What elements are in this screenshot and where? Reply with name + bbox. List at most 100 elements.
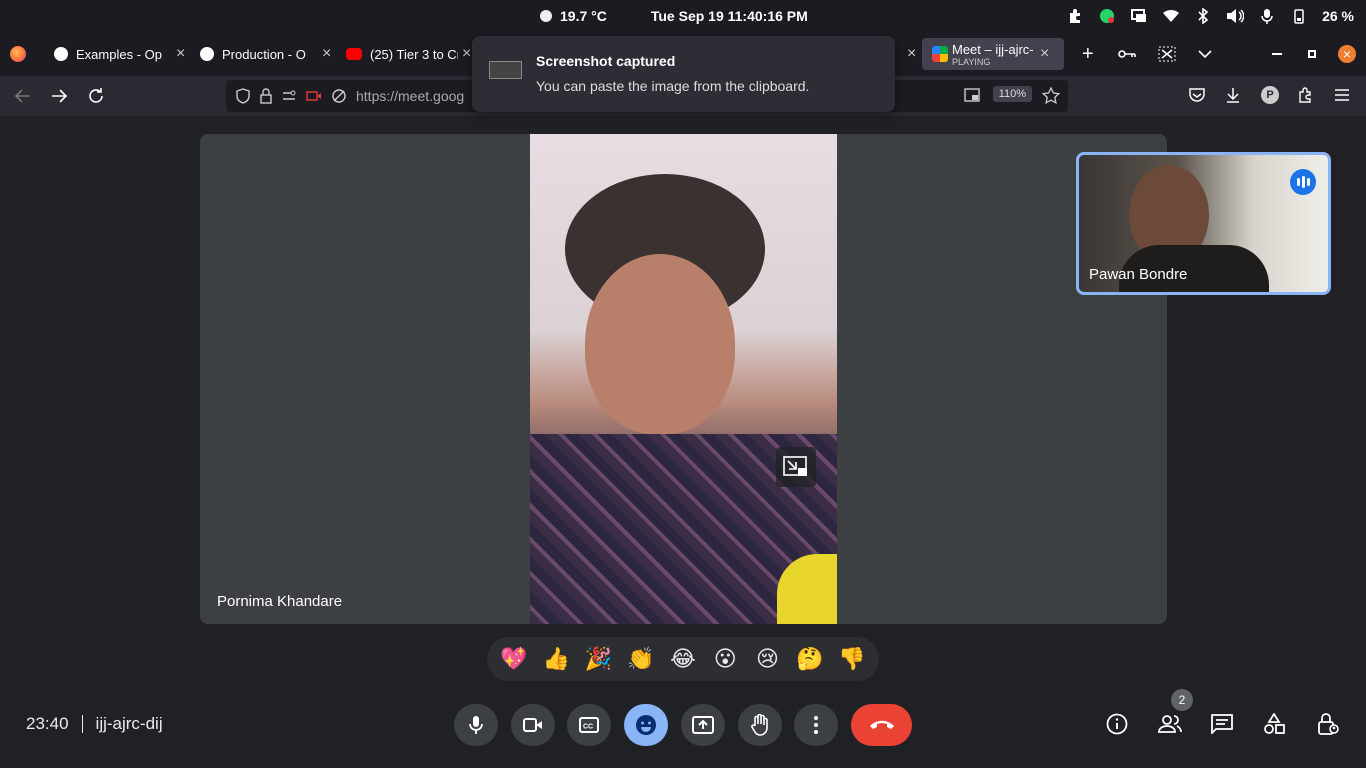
weather-icon (540, 10, 552, 22)
new-tab-button[interactable]: + (1072, 38, 1094, 70)
url-text[interactable]: https://meet.goog (356, 88, 464, 104)
notification-title: Screenshot captured (536, 53, 676, 69)
people-icon (1158, 715, 1182, 733)
account-button[interactable]: P (1261, 86, 1279, 104)
puzzle-icon[interactable] (1066, 7, 1084, 25)
close-icon[interactable]: × (907, 45, 916, 63)
microphone-icon[interactable] (1258, 7, 1276, 25)
meeting-details: 23:40 ijj-ajrc-dij (26, 714, 163, 734)
self-video-tile[interactable]: Pawan Bondre (1076, 152, 1331, 295)
picture-in-picture-button[interactable] (776, 447, 816, 487)
speaking-indicator-icon (1290, 169, 1316, 195)
battery-icon[interactable] (1290, 7, 1308, 25)
downloads-button[interactable] (1225, 87, 1241, 103)
clock[interactable]: Tue Sep 19 11:40:16 PM (651, 8, 808, 24)
reload-button[interactable] (87, 87, 105, 105)
list-all-tabs-button[interactable] (1188, 38, 1212, 70)
reaction-tears-of-joy[interactable]: 😂 (667, 643, 699, 675)
close-icon[interactable]: × (462, 45, 471, 63)
system-tray: 26 % (1066, 7, 1354, 25)
svg-text:CC: CC (583, 724, 593, 731)
openai-icon (54, 47, 68, 61)
hidden-tab-close[interactable]: × (893, 38, 916, 70)
pocket-icon (1189, 88, 1205, 102)
tab-production[interactable]: Production - O × (190, 38, 332, 70)
permissions-icon (283, 90, 296, 100)
pocket-button[interactable] (1188, 87, 1206, 103)
reaction-bar: 💖 👍 🎉 👏 😂 😮 😢 🤔 👎 (487, 637, 879, 681)
whatsapp-icon[interactable] (1098, 7, 1116, 25)
reaction-crying[interactable]: 😢 (751, 643, 783, 675)
tab-examples[interactable]: Examples - Op × (44, 38, 186, 70)
main-video-stage: Pornima Khandare (200, 134, 1167, 624)
reaction-party-popper[interactable]: 🎉 (583, 643, 615, 675)
present-screen-button[interactable] (681, 704, 725, 746)
reaction-thumbs-up[interactable]: 👍 (540, 643, 572, 675)
captions-button[interactable]: CC (567, 704, 611, 746)
puzzle-icon (1299, 87, 1311, 103)
main-participant-video[interactable] (530, 134, 837, 624)
meeting-info-button[interactable] (1101, 708, 1133, 740)
bluetooth-icon[interactable] (1194, 7, 1212, 25)
reaction-thumbs-down[interactable]: 👎 (836, 643, 868, 675)
tab-meet-text: Meet – ijj-ajrc- PLAYING (952, 42, 1036, 67)
close-icon[interactable]: × (322, 45, 331, 63)
reaction-thinking[interactable]: 🤔 (794, 643, 826, 675)
hang-up-icon (869, 720, 894, 729)
people-button[interactable] (1154, 708, 1186, 740)
leave-call-button[interactable] (851, 704, 912, 746)
camera-sharing-icon (306, 91, 321, 101)
reactions-button[interactable] (624, 704, 668, 746)
shield-icon (236, 88, 250, 104)
reaction-sparkling-heart[interactable]: 💖 (498, 643, 530, 675)
display-icon[interactable] (1130, 7, 1148, 25)
extensions-button[interactable] (1297, 87, 1313, 103)
notification-body: You can paste the image from the clipboa… (536, 78, 810, 94)
more-vertical-icon (814, 716, 818, 734)
tab-label: Examples - Op (76, 46, 162, 62)
app-menu-button[interactable] (1334, 88, 1350, 102)
avatar: P (1261, 86, 1279, 104)
firefox-menu-button[interactable] (0, 38, 42, 70)
minimize-icon (1272, 53, 1282, 55)
divider (81, 715, 83, 733)
tab-label: Meet – ijj-ajrc- (952, 41, 1034, 57)
microphone-icon (469, 716, 483, 734)
close-icon[interactable]: × (176, 45, 185, 63)
screenshot-button[interactable] (1148, 38, 1176, 70)
reaction-clapping[interactable]: 👏 (625, 643, 657, 675)
download-icon (1227, 88, 1239, 103)
key-button[interactable] (1108, 38, 1136, 70)
maximize-icon (1308, 50, 1316, 58)
youtube-icon (346, 48, 362, 60)
forward-button[interactable] (50, 87, 68, 105)
arrow-right-icon (52, 89, 68, 103)
reaction-surprised[interactable]: 😮 (709, 643, 741, 675)
close-window-icon: × (1338, 45, 1356, 63)
activities-button[interactable] (1258, 708, 1290, 740)
raise-hand-button[interactable] (738, 704, 782, 746)
close-icon[interactable]: × (1040, 45, 1049, 63)
chat-icon (1211, 714, 1233, 734)
shapes-icon (1264, 713, 1285, 734)
microphone-button[interactable] (454, 704, 498, 746)
back-button[interactable] (14, 87, 32, 105)
chat-button[interactable] (1206, 708, 1238, 740)
self-participant-name: Pawan Bondre (1089, 266, 1188, 283)
picture-in-picture-icon (783, 456, 807, 476)
host-controls-button[interactable] (1312, 708, 1344, 740)
screenshot-notification[interactable]: Screenshot captured You can paste the im… (472, 36, 895, 112)
camera-button[interactable] (511, 704, 555, 746)
tab-youtube[interactable]: (25) Tier 3 to Cr × (336, 38, 472, 70)
wifi-icon[interactable] (1162, 7, 1180, 25)
volume-icon[interactable] (1226, 7, 1245, 25)
maximize-button[interactable] (1298, 38, 1316, 70)
key-icon (1118, 50, 1136, 58)
zoom-level-button[interactable]: 110% (992, 86, 1032, 102)
tab-meet[interactable]: Meet – ijj-ajrc- PLAYING × (922, 38, 1064, 70)
more-options-button[interactable] (794, 704, 838, 746)
scissors-icon (1158, 46, 1176, 62)
picture-in-picture-icon (964, 88, 980, 102)
close-window-button[interactable]: × (1328, 38, 1356, 70)
minimize-button[interactable] (1262, 38, 1282, 70)
